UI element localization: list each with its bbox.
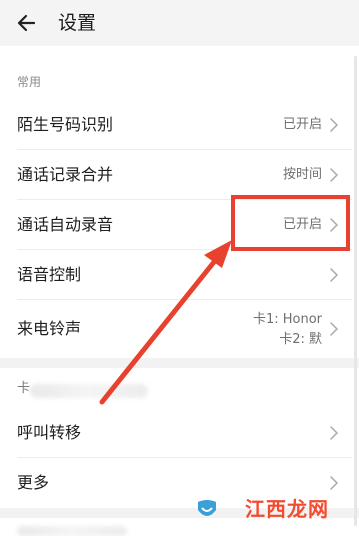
blurred-sim-header: 卡 bbox=[0, 368, 352, 408]
row-value: 已开启 bbox=[282, 217, 322, 232]
chevron-right-icon bbox=[330, 118, 338, 132]
redacted-text bbox=[30, 384, 148, 398]
page-title: 设置 bbox=[58, 12, 97, 34]
scrollbar[interactable] bbox=[354, 56, 357, 526]
row-value: 已开启 bbox=[282, 117, 322, 132]
redacted-text bbox=[17, 526, 127, 536]
watermark-logo-icon bbox=[198, 500, 216, 516]
chevron-right-icon bbox=[330, 218, 338, 232]
blurred-header-prefix: 卡 bbox=[17, 381, 31, 396]
setting-row-auto-record[interactable]: 通话自动录音 已开启 bbox=[0, 200, 352, 250]
setting-row-voice-control[interactable]: 语音控制 bbox=[0, 250, 352, 300]
row-label: 更多 bbox=[17, 473, 50, 492]
chevron-right-icon bbox=[330, 168, 338, 182]
row-label: 来电铃声 bbox=[17, 319, 82, 338]
setting-row-merge-call-log[interactable]: 通话记录合并 按时间 bbox=[0, 150, 352, 200]
header-bar: 设置 bbox=[0, 0, 359, 46]
setting-row-ringtone[interactable]: 来电铃声 卡1: Honor 卡2: 默 bbox=[0, 300, 352, 358]
ringtone-sim1-value: 卡1: Honor bbox=[252, 312, 322, 327]
row-label: 通话记录合并 bbox=[17, 165, 114, 184]
chevron-right-icon bbox=[330, 476, 338, 490]
chevron-right-icon bbox=[330, 268, 338, 282]
row-label: 陌生号码识别 bbox=[17, 115, 114, 134]
row-label: 语音控制 bbox=[17, 265, 82, 284]
chevron-right-icon bbox=[330, 322, 338, 336]
section-label-common: 常用 bbox=[17, 75, 42, 89]
setting-row-unknown-number[interactable]: 陌生号码识别 已开启 bbox=[0, 100, 352, 150]
settings-screen: 设置 常用 陌生号码识别 已开启 通话记录合并 按时间 通话自动录音 已开启 语… bbox=[0, 0, 359, 536]
row-label: 呼叫转移 bbox=[17, 423, 82, 442]
row-label: 通话自动录音 bbox=[17, 215, 114, 234]
chevron-right-icon bbox=[330, 426, 338, 440]
setting-row-call-forwarding[interactable]: 呼叫转移 bbox=[0, 408, 352, 458]
ringtone-sim2-value: 卡2: 默 bbox=[279, 332, 322, 347]
row-value: 按时间 bbox=[282, 167, 322, 182]
arrow-left-icon bbox=[17, 14, 36, 32]
watermark-text: 江西龙网 bbox=[245, 497, 329, 521]
back-button[interactable] bbox=[14, 10, 40, 36]
section-gap bbox=[0, 358, 359, 368]
